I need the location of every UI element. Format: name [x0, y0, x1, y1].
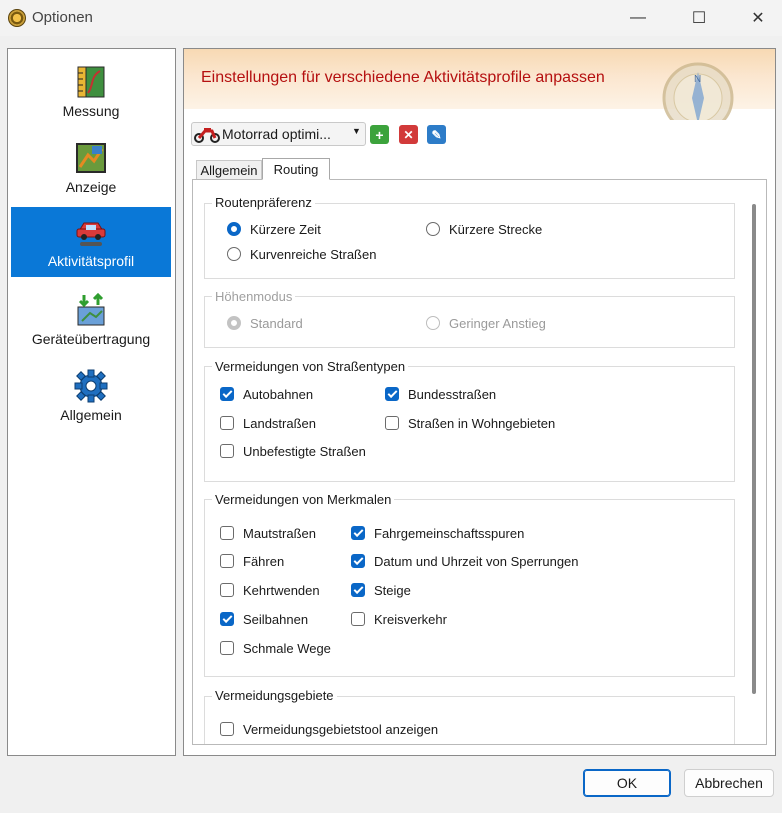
- radio-label: Kürzere Zeit: [250, 222, 321, 237]
- sidebar-item-allgemein[interactable]: Allgemein: [11, 361, 171, 431]
- minimize-button[interactable]: —: [615, 0, 661, 36]
- road-types-title: Vermeidungen von Straßentypen: [212, 359, 409, 374]
- checkbox-label: Kreisverkehr: [374, 612, 447, 627]
- checkbox-fahrgemeinschaftsspuren[interactable]: [351, 526, 365, 540]
- radio-label: Kürzere Strecke: [449, 222, 543, 237]
- radio-kuerzere-zeit[interactable]: [227, 222, 241, 236]
- checkbox-label: Straßen in Wohngebieten: [408, 416, 556, 431]
- checkbox-label: Landstraßen: [243, 416, 316, 431]
- radio-geringer-anstieg: [426, 316, 440, 330]
- checkbox-label: Unbefestigte Straßen: [243, 444, 366, 459]
- sidebar-item-geraeteuebertragung[interactable]: Geräteübertragung: [11, 285, 171, 355]
- sidebar-item-label: Allgemein: [60, 407, 122, 423]
- sidebar-item-label: Aktivitätsprofil: [47, 253, 135, 269]
- route-preference-title: Routenpräferenz: [212, 195, 315, 210]
- radio-kuerzere-strecke[interactable]: [426, 222, 440, 236]
- page-title: Einstellungen für verschiedene Aktivität…: [201, 69, 605, 86]
- svg-text:N: N: [694, 74, 701, 85]
- ok-button[interactable]: OK: [583, 769, 671, 797]
- radio-kurvenreiche-strassen[interactable]: [227, 247, 241, 261]
- checkbox-bundesstrassen[interactable]: [385, 387, 399, 401]
- checkbox-label: Fahrgemeinschaftsspuren: [374, 526, 525, 541]
- checkbox-datum-sperrungen[interactable]: [351, 554, 365, 568]
- profile-select-value: Motorrad optimi...: [222, 126, 331, 142]
- map-display-icon: [76, 143, 106, 173]
- maximize-button[interactable]: ☐: [676, 0, 722, 36]
- checkbox-kreisverkehr[interactable]: [351, 612, 365, 626]
- radio-standard: [227, 316, 241, 330]
- compass-icon: N: [662, 62, 734, 120]
- sidebar-item-aktivitaetsprofil[interactable]: Aktivitätsprofil: [11, 207, 171, 277]
- checkbox-unbefestigte-strassen[interactable]: [220, 444, 234, 458]
- title-bar: [0, 0, 782, 36]
- checkbox-label: Datum und Uhrzeit von Sperrungen: [374, 554, 579, 569]
- sidebar: Messung Anzeige Aktivitätsprofil Geräteü…: [7, 48, 176, 756]
- checkbox-label: Fähren: [243, 554, 285, 569]
- features-title: Vermeidungen von Merkmalen: [212, 492, 395, 507]
- tab-allgemein[interactable]: Allgemein: [196, 160, 262, 180]
- checkbox-vermeidungsgebietstool[interactable]: [220, 722, 234, 736]
- motorcycle-icon: [194, 128, 220, 143]
- checkbox-landstrassen[interactable]: [220, 416, 234, 430]
- checkbox-autobahnen[interactable]: [220, 387, 234, 401]
- checkbox-label: Mautstraßen: [243, 526, 316, 541]
- close-button[interactable]: ✕: [735, 0, 781, 36]
- gear-icon: [74, 369, 108, 403]
- radio-label: Kurvenreiche Straßen: [250, 247, 377, 262]
- elevation-mode-title: Höhenmodus: [212, 289, 296, 304]
- checkbox-label: Seilbahnen: [243, 612, 309, 627]
- checkbox-label: Autobahnen: [243, 387, 314, 402]
- sidebar-item-label: Anzeige: [65, 179, 117, 195]
- car-profile-icon: [76, 222, 106, 246]
- checkbox-label: Steige: [374, 583, 411, 598]
- checkbox-seilbahnen[interactable]: [220, 612, 234, 626]
- window-title: Optionen: [32, 9, 93, 26]
- edit-profile-button[interactable]: ✎: [427, 125, 446, 144]
- checkbox-faehren[interactable]: [220, 554, 234, 568]
- cancel-button[interactable]: Abbrechen: [684, 769, 774, 797]
- checkbox-kehrtwenden[interactable]: [220, 583, 234, 597]
- app-logo-icon: [8, 9, 26, 27]
- checkbox-strassen-in-wohngebieten[interactable]: [385, 416, 399, 430]
- scrollbar-thumb[interactable]: [752, 204, 756, 694]
- sidebar-item-label: Geräteübertragung: [31, 331, 151, 347]
- sidebar-item-messung[interactable]: Messung: [11, 57, 171, 127]
- checkbox-steige[interactable]: [351, 583, 365, 597]
- checkbox-label: Vermeidungsgebietstool anzeigen: [243, 722, 439, 737]
- radio-label: Geringer Anstieg: [449, 316, 546, 331]
- avoid-areas-title: Vermeidungsgebiete: [212, 688, 337, 703]
- ruler-map-icon: [77, 66, 105, 98]
- checkbox-label: Schmale Wege: [243, 641, 331, 656]
- sidebar-item-label: Messung: [62, 103, 120, 119]
- tab-routing[interactable]: Routing: [262, 158, 330, 180]
- chevron-down-icon: ▼: [352, 126, 361, 136]
- sidebar-item-anzeige[interactable]: Anzeige: [11, 133, 171, 203]
- checkbox-label: Kehrtwenden: [243, 583, 320, 598]
- radio-label: Standard: [250, 316, 303, 331]
- add-profile-button[interactable]: +: [370, 125, 389, 144]
- delete-profile-button[interactable]: ✕: [399, 125, 418, 144]
- checkbox-label: Bundesstraßen: [408, 387, 497, 402]
- route-preference-group: [204, 203, 735, 279]
- checkbox-schmale-wege[interactable]: [220, 641, 234, 655]
- checkbox-mautstrassen[interactable]: [220, 526, 234, 540]
- device-transfer-icon: [77, 293, 105, 326]
